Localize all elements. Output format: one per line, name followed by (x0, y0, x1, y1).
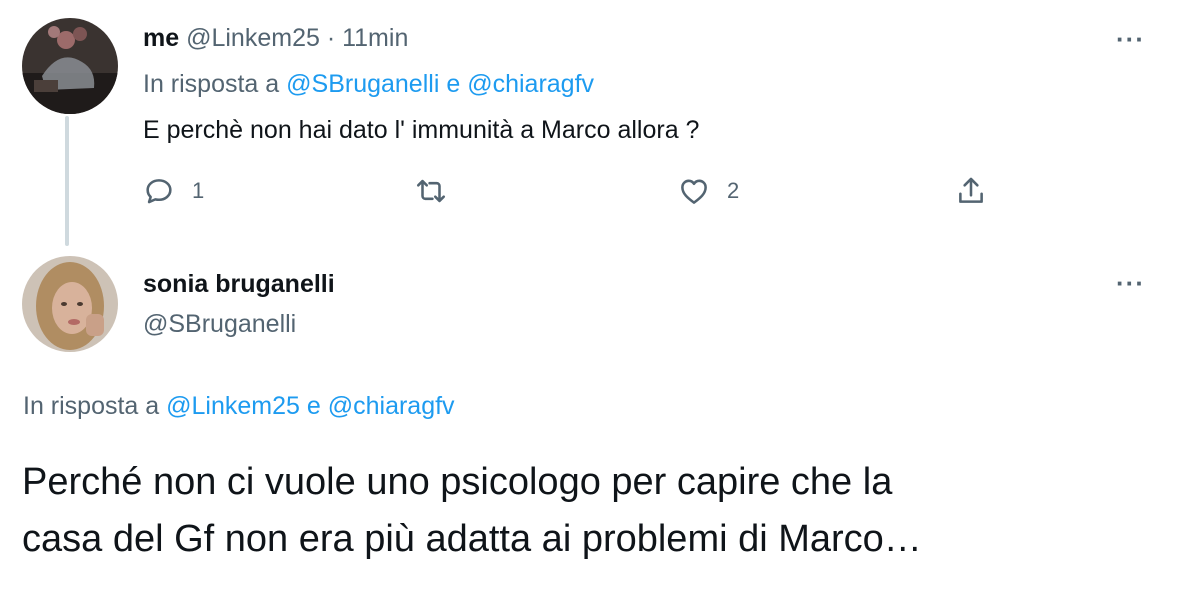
like-count: 2 (727, 178, 740, 203)
avatar-sonia[interactable] (22, 256, 118, 352)
avatar-image (22, 18, 118, 114)
like-icon (681, 179, 707, 204)
retweet-icon (416, 179, 446, 203)
reply-icon (146, 179, 172, 204)
more-options-icon[interactable]: ··· (1116, 24, 1145, 55)
display-name[interactable]: me (143, 24, 179, 52)
separator: · (326, 24, 336, 52)
thread-line (65, 116, 69, 246)
reply-prefix: In risposta a (23, 392, 160, 420)
reply-mention-1[interactable]: @Linkem25 (166, 392, 300, 420)
timestamp[interactable]: 11min (342, 24, 408, 52)
avatar-me[interactable] (22, 18, 118, 114)
reply-mention-2[interactable]: @chiaragfv (467, 70, 594, 98)
tweet2-text-line2: casa del Gf non era più adatta ai proble… (22, 518, 922, 560)
share-button[interactable] (954, 174, 988, 208)
handle[interactable]: @SBruganelli (143, 310, 296, 339)
reply-and: e (446, 70, 461, 98)
like-button[interactable]: 2 (677, 174, 739, 208)
reply-context: In risposta a @Linkem25 e @chiaragfv (23, 392, 455, 421)
reply-count: 1 (192, 178, 205, 203)
share-icon (959, 177, 983, 203)
reply-context: In risposta a @SBruganelli e @chiaragfv (143, 70, 594, 99)
display-name[interactable]: sonia bruganelli (143, 270, 335, 299)
tweet1-text: E perchè non hai dato l' immunità a Marc… (143, 116, 700, 144)
reply-mention-2[interactable]: @chiaragfv (328, 392, 455, 420)
tweet1-header: me @Linkem25 · 11min (143, 24, 408, 53)
tweet2-text-line1: Perché non ci vuole uno psicologo per ca… (22, 461, 893, 503)
more-options-icon[interactable]: ··· (1116, 268, 1145, 299)
reply-prefix: In risposta a (143, 70, 280, 98)
reply-mention-1[interactable]: @SBruganelli (286, 70, 439, 98)
reply-button[interactable]: 1 (142, 174, 204, 208)
tweet2-text: Perché non ci vuole uno psicologo per ca… (22, 454, 922, 568)
handle[interactable]: @Linkem25 (186, 24, 320, 52)
retweet-button[interactable] (414, 174, 448, 208)
reply-and: e (306, 392, 321, 420)
avatar-image (22, 256, 118, 352)
